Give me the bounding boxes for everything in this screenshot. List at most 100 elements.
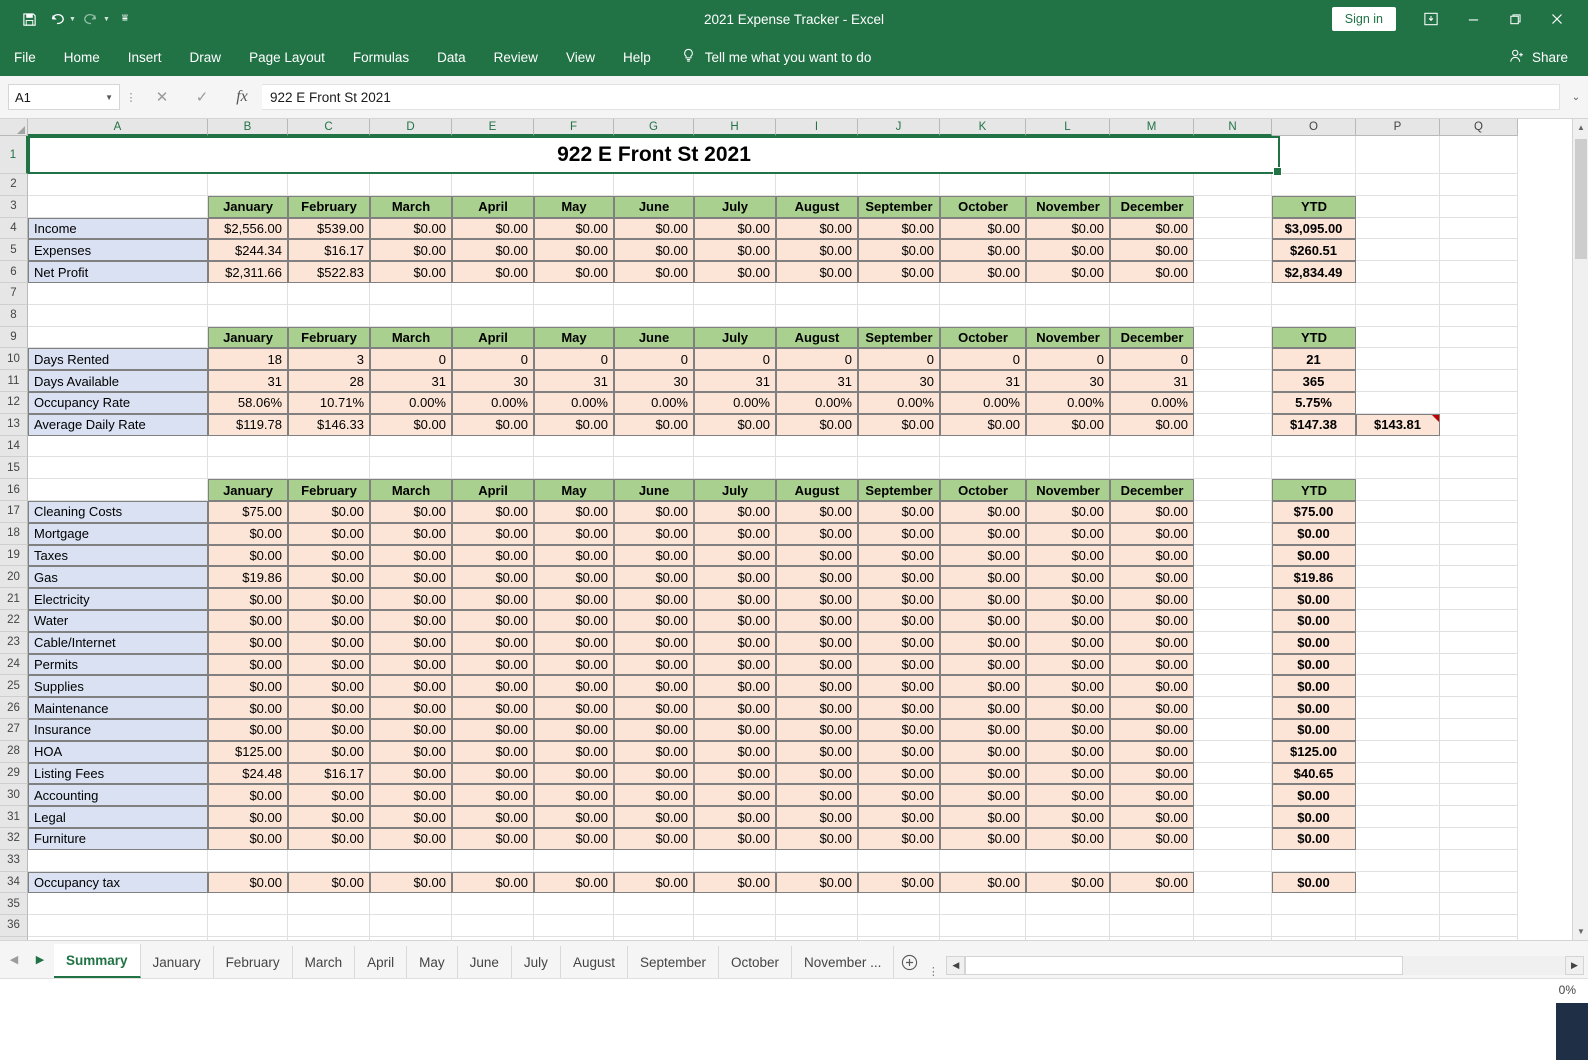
cell-value[interactable]: 0.00% [1026, 391, 1110, 414]
cell-value[interactable]: 28 [288, 370, 370, 392]
row-header-5[interactable]: 5 [0, 239, 28, 262]
sheet-tab-january[interactable]: January [140, 946, 214, 978]
cell-value[interactable]: $0.00 [614, 609, 694, 632]
month-header-september[interactable]: September [858, 326, 940, 349]
sheet-tab-august[interactable]: August [560, 946, 628, 978]
sheet-tab-october[interactable]: October [719, 946, 793, 978]
cell-value[interactable]: $24.48 [208, 762, 288, 785]
cell-value[interactable]: $0.00 [1110, 261, 1194, 283]
cell-empty[interactable] [1356, 174, 1440, 196]
cell-empty[interactable] [28, 479, 208, 501]
cell-value[interactable]: $0.00 [614, 413, 694, 436]
cell-ytd-value[interactable]: $0.00 [1272, 522, 1356, 545]
cell-value[interactable]: $0.00 [694, 588, 776, 610]
cell-value[interactable]: $0.00 [452, 413, 534, 436]
cell-value[interactable]: 0 [452, 348, 534, 371]
cell-value[interactable]: $0.00 [1110, 522, 1194, 545]
cell-value[interactable]: $0.00 [776, 413, 858, 436]
column-header-L[interactable]: L [1026, 119, 1110, 136]
month-header-april[interactable]: April [452, 326, 534, 349]
cell-empty[interactable] [1194, 915, 1272, 937]
column-header-I[interactable]: I [776, 119, 858, 136]
cell-empty[interactable] [1440, 893, 1518, 916]
cell-value[interactable]: $0.00 [614, 544, 694, 567]
more-sheets-icon[interactable]: ⋮ [924, 965, 942, 978]
cell-value[interactable]: $0.00 [940, 413, 1026, 436]
cell-empty[interactable] [1356, 849, 1440, 872]
cell-empty[interactable] [452, 893, 534, 916]
cell-value[interactable]: $0.00 [776, 588, 858, 610]
cell-value[interactable]: $0.00 [370, 827, 452, 850]
cell-value[interactable]: 31 [776, 370, 858, 392]
sheet-tab-april[interactable]: April [355, 946, 408, 978]
expand-formula-bar-icon[interactable]: ⌄ [1564, 92, 1588, 103]
cell-empty[interactable] [694, 457, 776, 480]
cell-empty[interactable] [858, 849, 940, 872]
cell-empty[interactable] [1356, 261, 1440, 283]
cell-empty[interactable] [370, 915, 452, 937]
tell-me-search[interactable]: Tell me what you want to do [681, 48, 871, 67]
cell-value[interactable]: $0.00 [534, 697, 614, 719]
cell-empty[interactable] [1194, 784, 1272, 807]
cell-empty[interactable] [858, 893, 940, 916]
cell-value[interactable]: $0.00 [1110, 784, 1194, 807]
cell-value[interactable]: $0.00 [288, 500, 370, 523]
cell-value[interactable]: $0.00 [614, 588, 694, 610]
month-header-june[interactable]: June [614, 195, 694, 218]
cell-value[interactable]: 31 [1110, 370, 1194, 392]
cell-empty[interactable] [452, 304, 534, 327]
column-header-Q[interactable]: Q [1440, 119, 1518, 136]
cell-empty[interactable] [1440, 282, 1518, 305]
cell-value[interactable]: $0.00 [614, 784, 694, 807]
cell-value[interactable]: $0.00 [208, 588, 288, 610]
cell-value[interactable]: $0.00 [614, 261, 694, 283]
cell-empty[interactable] [1194, 391, 1272, 414]
cell-value[interactable]: $0.00 [858, 697, 940, 719]
cell-empty[interactable] [288, 304, 370, 327]
cell-empty[interactable] [614, 893, 694, 916]
cell-ytd-value[interactable]: $0.00 [1272, 675, 1356, 698]
cell-value[interactable]: $0.00 [370, 544, 452, 567]
select-all-corner[interactable] [0, 119, 28, 136]
cell-value[interactable]: 0.00% [370, 391, 452, 414]
month-header-january[interactable]: January [208, 479, 288, 501]
cell-value[interactable]: $0.00 [370, 239, 452, 262]
cell-value[interactable]: $0.00 [370, 784, 452, 807]
cell-value[interactable]: $0.00 [776, 631, 858, 654]
row-label-legal[interactable]: Legal [28, 806, 208, 828]
row-header-24[interactable]: 24 [0, 653, 28, 676]
cell-value[interactable]: $0.00 [1026, 718, 1110, 741]
cell-empty[interactable] [1440, 849, 1518, 872]
cell-value[interactable]: $0.00 [940, 609, 1026, 632]
cell-value[interactable]: $0.00 [940, 566, 1026, 589]
cell-empty[interactable] [1440, 784, 1518, 807]
cell-empty[interactable] [1194, 457, 1272, 480]
cell-empty[interactable] [1356, 522, 1440, 545]
cell-empty[interactable] [1194, 588, 1272, 610]
cell-empty[interactable] [1440, 239, 1518, 262]
cell-empty[interactable] [1194, 261, 1272, 283]
month-header-march[interactable]: March [370, 326, 452, 349]
cell-value[interactable]: $0.00 [452, 522, 534, 545]
cell-value[interactable]: $0.00 [534, 588, 614, 610]
cell-empty[interactable] [1110, 304, 1194, 327]
month-header-october[interactable]: October [940, 195, 1026, 218]
row-label-occupancy-tax[interactable]: Occupancy tax [28, 871, 208, 894]
vertical-scroll-thumb[interactable] [1575, 139, 1587, 259]
sheet-tab-november[interactable]: November ... [792, 946, 895, 978]
cell-value[interactable]: $0.00 [694, 762, 776, 785]
month-header-august[interactable]: August [776, 479, 858, 501]
row-header-11[interactable]: 11 [0, 370, 28, 392]
cell-empty[interactable] [940, 457, 1026, 480]
cell-empty[interactable] [1440, 762, 1518, 785]
row-header-25[interactable]: 25 [0, 675, 28, 698]
cell-empty[interactable] [1356, 239, 1440, 262]
cell-empty[interactable] [28, 195, 208, 218]
cell-empty[interactable] [1356, 740, 1440, 763]
cell-empty[interactable] [534, 893, 614, 916]
row-header-28[interactable]: 28 [0, 740, 28, 763]
add-sheet-icon[interactable] [894, 946, 924, 978]
cell-value[interactable]: $0.00 [208, 653, 288, 676]
cell-empty[interactable] [288, 915, 370, 937]
cell-empty[interactable] [1026, 174, 1110, 196]
